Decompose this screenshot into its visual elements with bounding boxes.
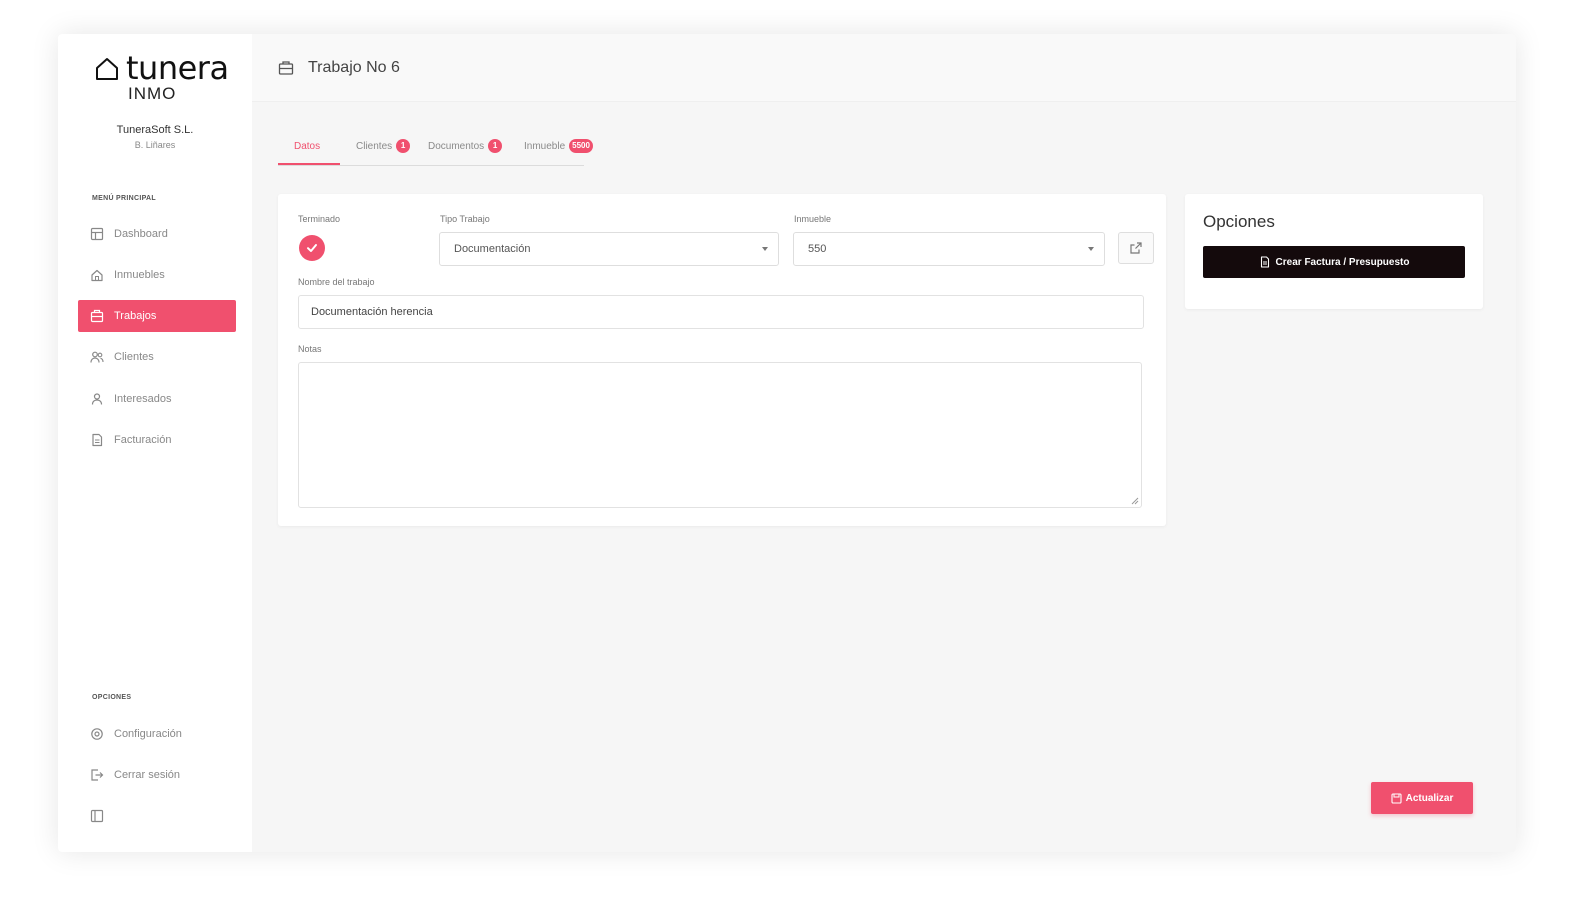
tab-inmueble[interactable]: Inmueble 5500 (524, 138, 593, 154)
sidebar-item-clientes[interactable]: Clientes (78, 341, 236, 373)
nombre-label: Nombre del trabajo (298, 277, 375, 287)
tab-label: Inmueble (524, 140, 566, 152)
notas-textarea[interactable] (298, 362, 1142, 508)
tipo-trabajo-label: Tipo Trabajo (440, 214, 490, 224)
sidebar-item-cerrar-sesion[interactable]: Cerrar sesión (78, 759, 236, 791)
sidebar-collapse-button[interactable] (78, 800, 118, 832)
tab-bar: Datos Clientes 1 Documentos 1 Inmueble 5… (278, 130, 593, 166)
tab-label: Clientes (356, 140, 393, 152)
resize-handle-icon[interactable] (1131, 497, 1139, 505)
sidebar-item-trabajos[interactable]: Trabajos (78, 300, 236, 332)
home-icon (91, 269, 103, 282)
page-header: Trabajo No 6 (252, 34, 1516, 102)
logout-icon (91, 769, 104, 781)
count-badge: 1 (396, 139, 411, 153)
company-name: TuneraSoft S.L. (116, 124, 194, 136)
count-badge: 1 (488, 139, 503, 153)
notas-label: Notas (298, 344, 322, 354)
nombre-input[interactable]: Documentación herencia (298, 295, 1144, 329)
save-icon (1391, 792, 1402, 804)
tipo-trabajo-select[interactable]: Documentación (439, 232, 779, 266)
sidebar-item-interesados[interactable]: Interesados (78, 383, 236, 415)
document-icon (1260, 256, 1269, 268)
check-icon (307, 244, 317, 252)
options-menu-label: OPCIONES (92, 694, 132, 701)
chevron-down-icon (762, 247, 768, 251)
button-label: Actualizar (1405, 792, 1454, 804)
gear-icon (91, 728, 103, 740)
sidebar-item-label: Facturación (114, 434, 172, 446)
briefcase-icon (90, 309, 104, 323)
inmueble-badge: 5500 (569, 139, 593, 153)
briefcase-icon (278, 60, 294, 75)
main-menu-label: MENÚ PRINCIPAL (92, 195, 156, 202)
select-value: Documentación (454, 243, 531, 255)
tab-label: Datos (294, 140, 321, 152)
inmueble-select[interactable]: 550 (793, 232, 1105, 266)
terminado-checkbox[interactable] (299, 235, 325, 261)
user-icon (91, 393, 103, 405)
external-link-icon (1130, 242, 1142, 254)
tab-documentos[interactable]: Documentos 1 (428, 138, 503, 154)
tab-datos[interactable]: Datos (294, 138, 320, 154)
house-logo-icon (96, 58, 118, 80)
brand-logo[interactable]: tunera INMO (94, 49, 234, 106)
sidebar-item-label: Trabajos (114, 310, 157, 322)
page-title: Trabajo No 6 (308, 58, 400, 76)
open-inmueble-button[interactable] (1118, 232, 1154, 264)
terminado-label: Terminado (298, 214, 341, 224)
tab-clientes[interactable]: Clientes 1 (356, 138, 411, 154)
chevron-down-icon (1088, 247, 1094, 251)
sidebar-item-inmuebles[interactable]: Inmuebles (78, 259, 236, 291)
sidebar-item-label: Dashboard (114, 228, 168, 240)
select-value: 550 (808, 243, 827, 255)
dashboard-icon (90, 227, 104, 241)
update-button[interactable]: Actualizar (1371, 782, 1473, 814)
invoice-icon (92, 433, 103, 447)
create-invoice-button[interactable]: Crear Factura / Presupuesto (1203, 246, 1465, 278)
tab-label: Documentos (428, 140, 485, 152)
button-label: Crear Factura / Presupuesto (1275, 256, 1410, 268)
app-window: tunera INMO TuneraSoft S.L. B. Liñares M… (58, 34, 1516, 852)
sidebar-item-configuracion[interactable]: Configuración (78, 718, 236, 750)
sidebar-item-label: Clientes (114, 351, 154, 363)
options-title: Opciones (1203, 212, 1275, 231)
users-icon (90, 351, 104, 363)
brand-name: tunera (126, 49, 229, 87)
sidebar-item-label: Cerrar sesión (114, 769, 181, 781)
active-tab-indicator (278, 163, 340, 165)
sidebar-item-facturacion[interactable]: Facturación (78, 424, 236, 456)
sidebar-item-dashboard[interactable]: Dashboard (78, 218, 236, 250)
job-form-card: Terminado Tipo Trabajo Documentación Inm… (278, 194, 1166, 526)
sidebar-item-label: Configuración (114, 728, 182, 740)
brand-sub: INMO (128, 84, 177, 103)
sidebar-item-label: Interesados (114, 393, 172, 405)
options-card: Opciones Crear Factura / Presupuesto (1185, 194, 1483, 309)
input-value: Documentación herencia (311, 306, 433, 318)
company-user: B. Liñares (134, 140, 176, 150)
sidebar-collapse-icon (90, 809, 104, 823)
inmueble-label: Inmueble (794, 214, 832, 224)
sidebar: tunera INMO TuneraSoft S.L. B. Liñares M… (58, 34, 252, 852)
sidebar-item-label: Inmuebles (114, 269, 165, 281)
